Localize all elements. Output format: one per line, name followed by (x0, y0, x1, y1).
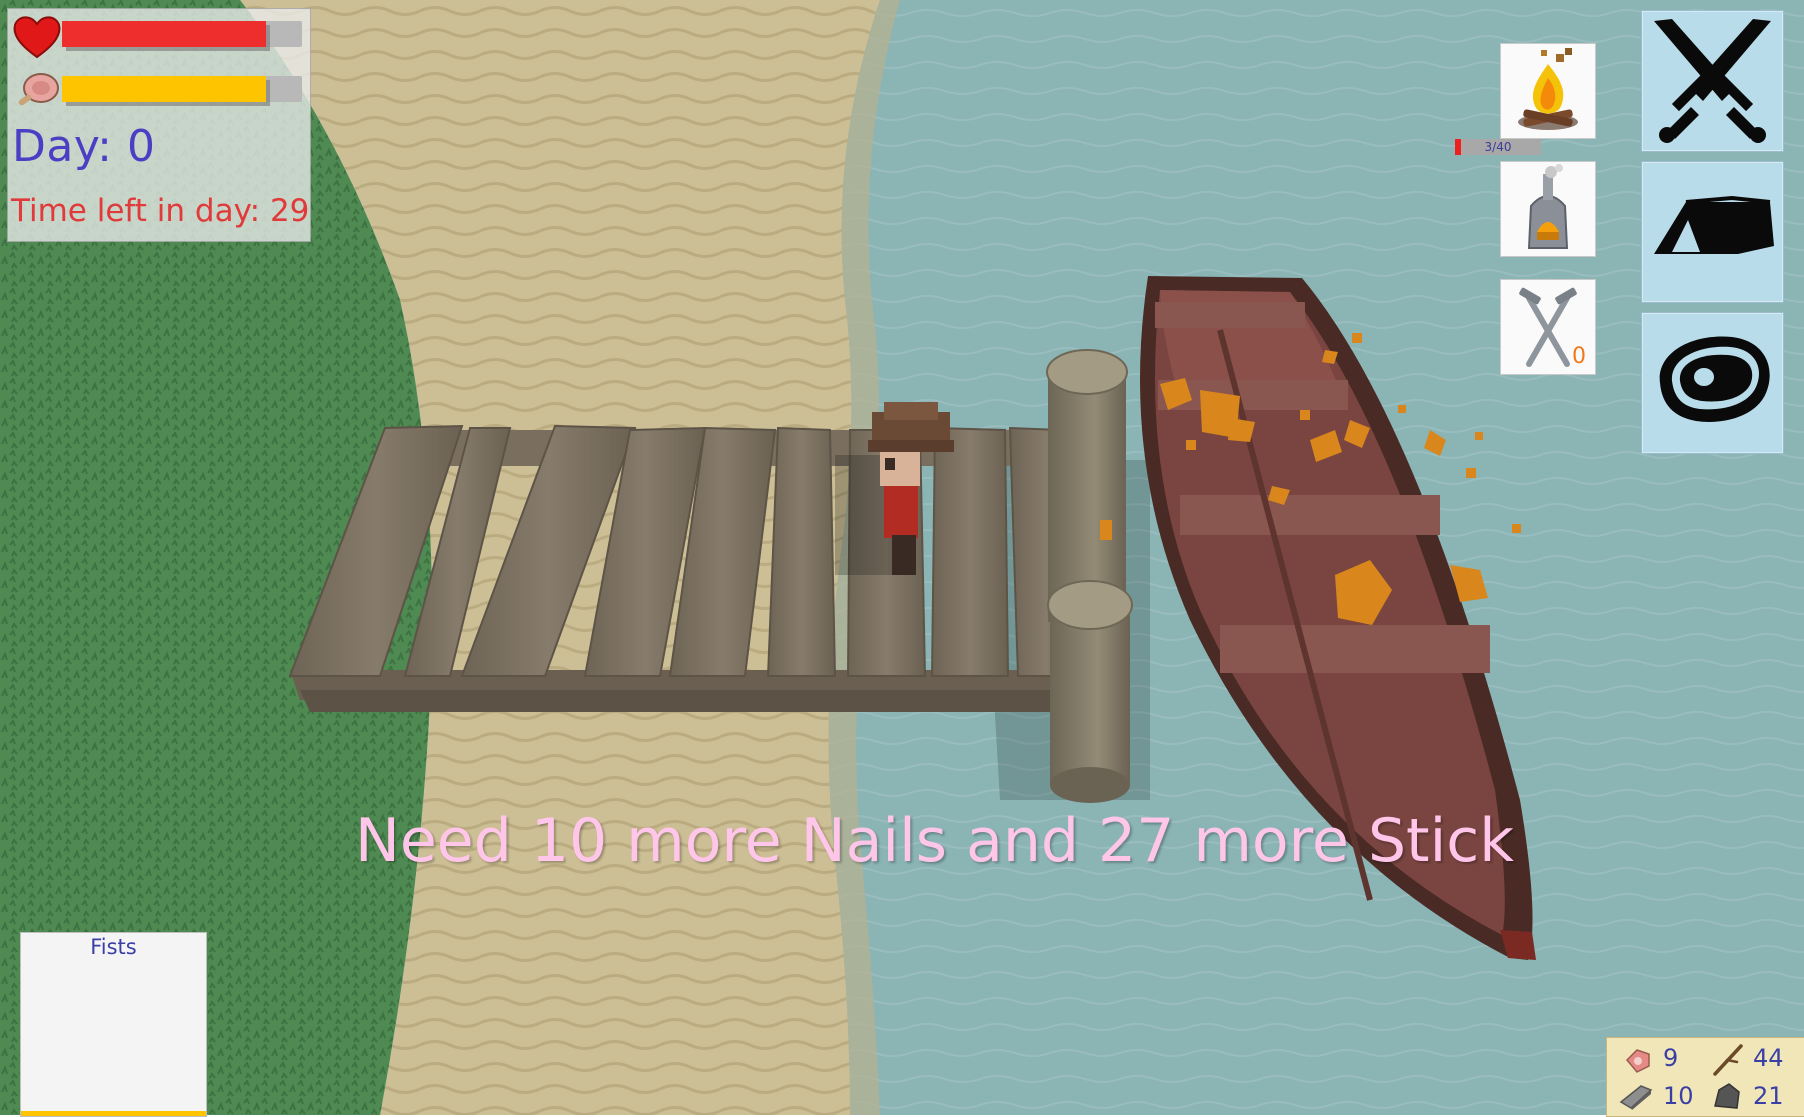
hunger-bar-fill (62, 76, 266, 102)
stick-resource-icon (1713, 1044, 1743, 1076)
nails-count: 0 (1572, 344, 1586, 369)
time-left-label: Time left in day: 29 (11, 193, 310, 229)
dock-posts (1046, 349, 1133, 803)
craft-campfire-button[interactable] (1500, 43, 1596, 139)
meat-resource-icon (1625, 1049, 1650, 1073)
status-panel: Day: 0 Time left in day: 29 (7, 8, 311, 242)
stick-count: 44 (1753, 1044, 1784, 1072)
day-counter: Day: 0 (12, 121, 156, 172)
weapon-durability-bar (21, 1111, 206, 1116)
campfire-icon (1518, 48, 1578, 130)
resource-panel: 9 44 10 21 (1606, 1037, 1804, 1117)
weapon-slot[interactable]: Fists (20, 932, 207, 1117)
furnace-icon (1527, 164, 1569, 249)
eat-mode-button[interactable] (1641, 312, 1784, 454)
hunger-bar (62, 76, 302, 102)
craft-furnace-button[interactable] (1500, 161, 1596, 257)
crossed-swords-icon (1654, 19, 1771, 143)
craft-progress-text: 3/40 (1484, 140, 1512, 154)
health-bar (62, 21, 302, 47)
health-bar-fill (62, 21, 266, 47)
stone-resource-icon (1714, 1083, 1740, 1109)
build-mode-button[interactable] (1641, 161, 1784, 303)
combat-mode-button[interactable] (1641, 10, 1784, 152)
iron-resource-icon (1619, 1085, 1653, 1110)
steak-icon (1659, 336, 1770, 422)
heart-icon (13, 16, 61, 59)
iron-count: 10 (1663, 1082, 1694, 1110)
stone-count: 21 (1753, 1082, 1784, 1110)
craft-progress-bar: 3/40 (1455, 139, 1541, 155)
meat-icon (18, 73, 59, 106)
weapon-label: Fists (90, 935, 137, 959)
tent-icon (1654, 195, 1774, 254)
objective-message: Need 10 more Nails and 27 more Stick (355, 806, 1514, 876)
meat-count: 9 (1663, 1044, 1679, 1072)
